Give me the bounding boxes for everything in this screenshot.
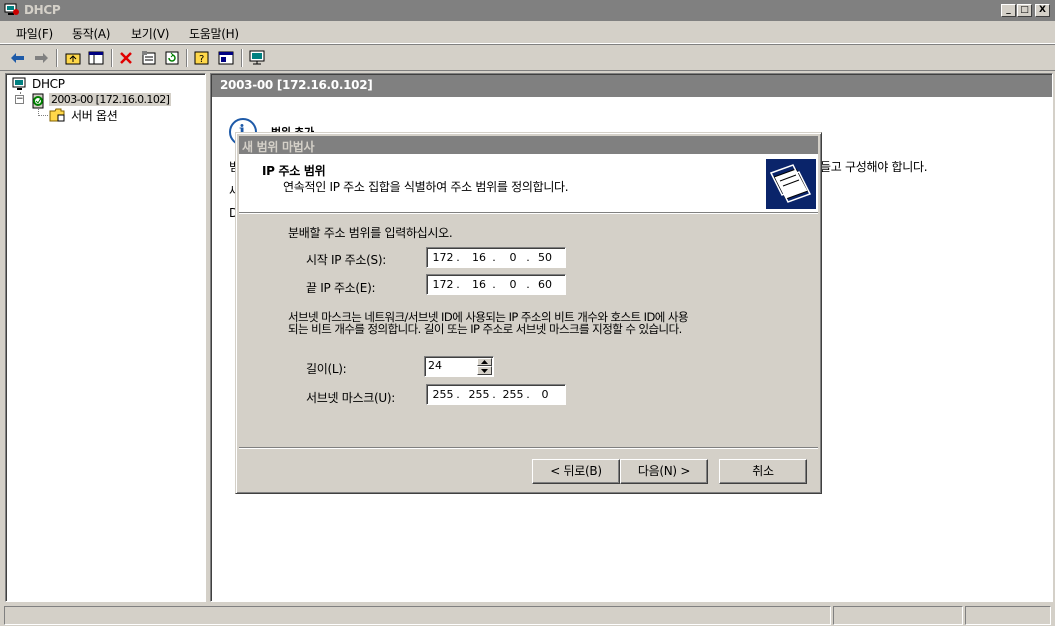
instruction-text: 분배할 주소 범위를 입력하십시오. <box>288 226 453 240</box>
server-icon <box>32 93 44 109</box>
start-ip-octet-3[interactable]: 0 <box>501 251 525 264</box>
end-ip-octet-2[interactable]: 16 <box>467 278 491 291</box>
header-title: IP 주소 범위 <box>262 164 326 178</box>
minimize-button[interactable]: _ <box>1001 4 1016 17</box>
maximize-button[interactable]: □ <box>1017 4 1032 17</box>
toolbar-separator <box>111 49 113 67</box>
dhcp-app-icon <box>4 3 19 15</box>
menu-action[interactable]: 동작(A) <box>72 25 110 42</box>
up-folder-icon[interactable] <box>64 49 82 67</box>
console-tree: DHCP − 2003-00 [172.16.0.102] 서버 옵션 <box>5 73 206 602</box>
ip-dot: . <box>492 388 496 401</box>
folder-options-icon <box>49 108 65 122</box>
wizard-folders-icon <box>766 159 816 209</box>
start-ip-octet-1[interactable]: 172 <box>431 251 455 264</box>
menu-help[interactable]: 도움말(H) <box>189 25 239 42</box>
length-spinner[interactable]: 24 <box>424 356 494 377</box>
ip-dot: . <box>456 388 460 401</box>
header-description: 연속적인 IP 주소 집합을 식별하여 주소 범위를 정의합니다. <box>283 180 569 194</box>
refresh-icon[interactable] <box>163 49 181 67</box>
ip-dot: . <box>492 278 496 291</box>
help-icon[interactable]: ? <box>193 49 211 67</box>
tree-connector <box>38 115 48 116</box>
console-icon[interactable] <box>248 49 266 67</box>
title-bar: DHCP _ □ X <box>0 0 1055 21</box>
toolbar: ? <box>0 44 1055 71</box>
window-title: DHCP <box>24 3 61 17</box>
ip-dot: . <box>526 388 530 401</box>
length-label: 길이(L): <box>306 362 347 376</box>
menu-view[interactable]: 보기(V) <box>131 25 169 42</box>
next-button[interactable]: 다음(N) > <box>620 459 708 484</box>
spin-up-arrow-icon <box>481 360 488 364</box>
forward-arrow-icon[interactable] <box>32 49 50 67</box>
header-divider <box>239 213 818 214</box>
menu-file[interactable]: 파일(F) <box>16 25 53 42</box>
tree-item-server-options[interactable]: 서버 옵션 <box>49 107 169 123</box>
export-list-icon[interactable] <box>217 49 235 67</box>
ip-dot: . <box>526 251 530 264</box>
spin-down-button[interactable] <box>477 366 492 375</box>
ip-dot: . <box>526 278 530 291</box>
subnet-mask-label: 서브넷 마스크(U): <box>306 391 395 405</box>
subnet-mask-field[interactable]: 255 . 255 . 255 . 0 <box>426 384 566 405</box>
tree-item-dhcp[interactable]: DHCP <box>11 77 211 93</box>
start-ip-field[interactable]: 172 . 16 . 0 . 50 <box>426 247 566 268</box>
svg-text:?: ? <box>199 54 204 65</box>
end-ip-octet-1[interactable]: 172 <box>431 278 455 291</box>
tree-label-server-options: 서버 옵션 <box>71 109 118 123</box>
toolbar-separator <box>241 49 243 67</box>
toolbar-separator <box>186 49 188 67</box>
end-ip-label: 끝 IP 주소(E): <box>306 281 376 295</box>
properties-icon[interactable] <box>140 49 158 67</box>
end-ip-octet-4[interactable]: 60 <box>533 278 557 291</box>
ip-dot: . <box>456 251 460 264</box>
length-value[interactable]: 24 <box>428 359 442 372</box>
end-ip-octet-3[interactable]: 0 <box>501 278 525 291</box>
start-ip-octet-2[interactable]: 16 <box>467 251 491 264</box>
cancel-button[interactable]: 취소 <box>719 459 807 484</box>
dialog-title[interactable]: 새 범위 마법사 <box>239 136 818 154</box>
details-header: 2003-00 [172.16.0.102] <box>212 75 1052 97</box>
tree-collapse-toggle[interactable]: − <box>15 95 24 104</box>
status-panel-3 <box>965 606 1051 625</box>
end-ip-field[interactable]: 172 . 16 . 0 . 60 <box>426 274 566 295</box>
toolbar-separator <box>56 49 58 67</box>
start-ip-label: 시작 IP 주소(S): <box>306 253 386 267</box>
status-panel-main <box>4 606 831 625</box>
menu-bar: 파일(F) 동작(A) 보기(V) 도움말(H) <box>0 21 1055 44</box>
show-hide-tree-icon[interactable] <box>87 49 105 67</box>
start-ip-octet-4[interactable]: 50 <box>533 251 557 264</box>
ip-dot: . <box>492 251 496 264</box>
ip-dot: . <box>456 278 460 291</box>
mask-octet-1[interactable]: 255 <box>431 388 455 401</box>
status-panel-2 <box>833 606 963 625</box>
tree-label-dhcp: DHCP <box>32 77 65 91</box>
button-divider <box>239 447 818 449</box>
mask-octet-3[interactable]: 255 <box>501 388 525 401</box>
tree-label-server: 2003-00 [172.16.0.102] <box>49 93 172 106</box>
bg-text-line1-suffix: 들고 구성해야 합니다. <box>820 160 928 174</box>
delete-icon[interactable] <box>117 49 135 67</box>
back-button[interactable]: < 뒤로(B) <box>532 459 620 484</box>
subnet-description-line2: 되는 비트 개수를 정의합니다. 길이 또는 IP 주소로 서브넷 마스크를 지… <box>288 322 682 336</box>
close-button[interactable]: X <box>1035 4 1050 17</box>
mask-octet-4[interactable]: 0 <box>533 388 557 401</box>
dhcp-root-icon <box>12 77 26 90</box>
status-bar <box>0 604 1055 626</box>
mask-octet-2[interactable]: 255 <box>467 388 491 401</box>
back-arrow-icon[interactable] <box>9 49 27 67</box>
dialog-header: IP 주소 범위 연속적인 IP 주소 집합을 식별하여 주소 범위를 정의합니… <box>239 154 818 213</box>
spin-up-button[interactable] <box>477 358 492 366</box>
new-scope-wizard-dialog: 새 범위 마법사 IP 주소 범위 연속적인 IP 주소 집합을 식별하여 주소… <box>235 132 822 494</box>
spin-down-arrow-icon <box>481 369 488 373</box>
